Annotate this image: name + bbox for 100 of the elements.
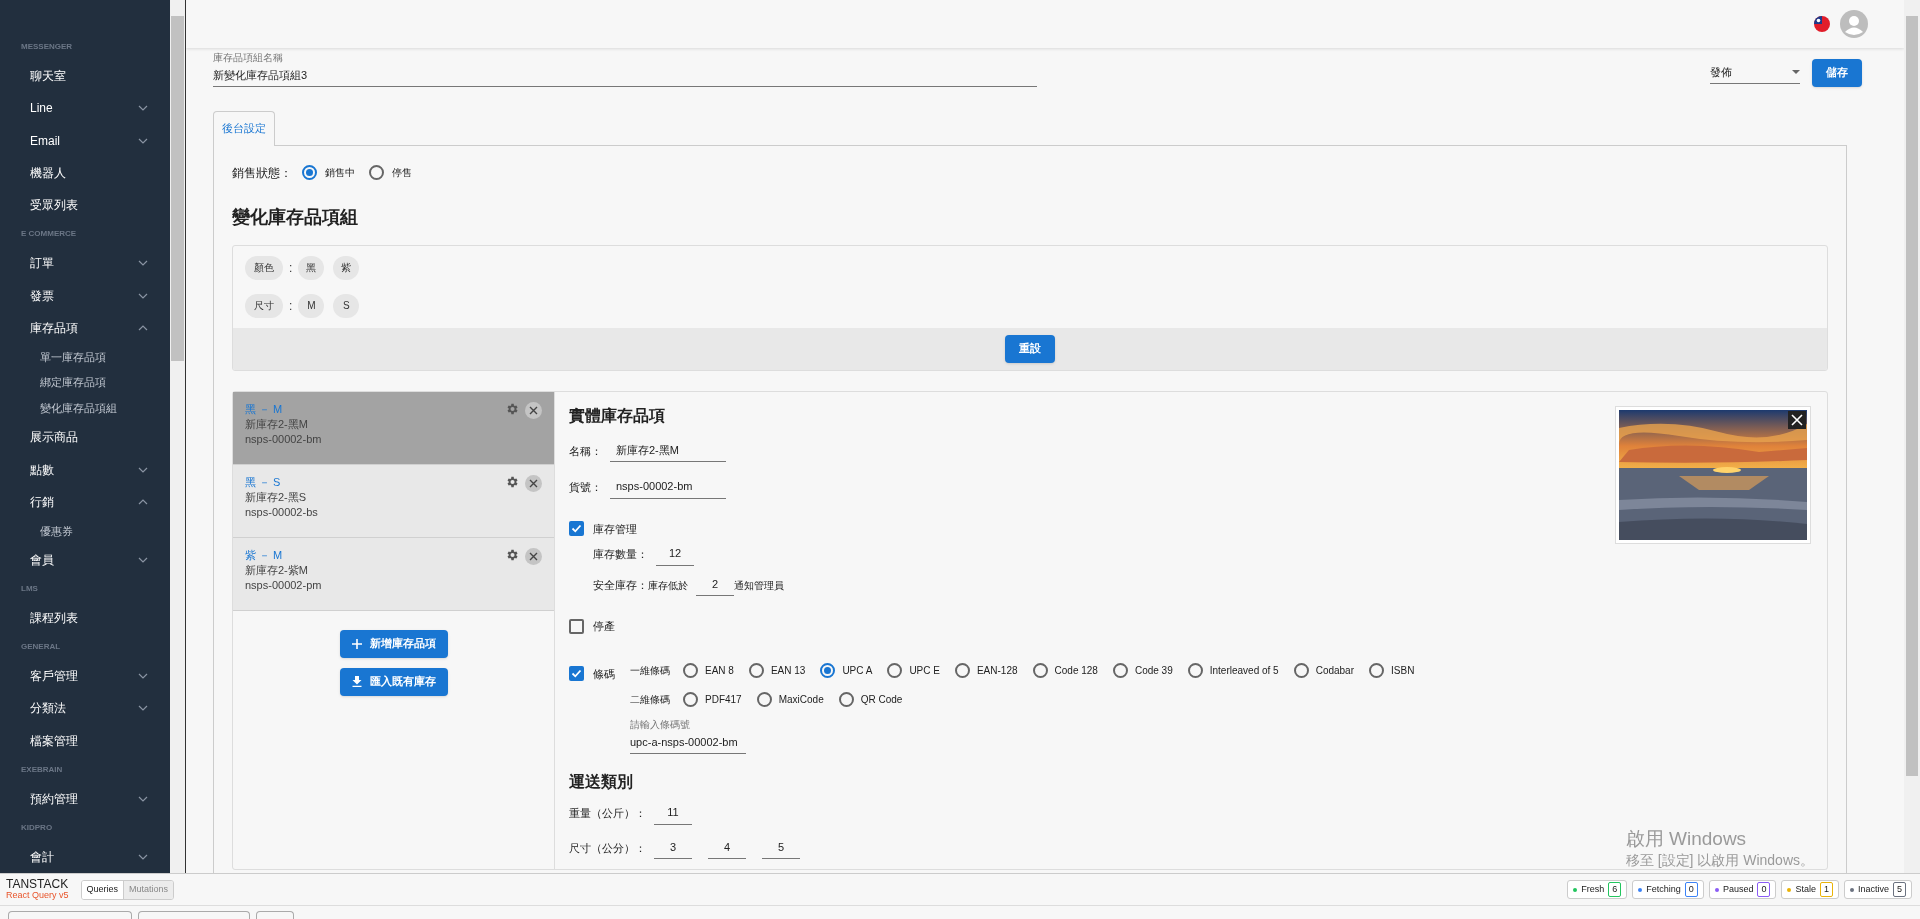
attribute-chip[interactable]: 尺寸 (245, 293, 283, 318)
tab[interactable]: 後台設定 (213, 110, 275, 146)
save-button[interactable]: 儲存 (1812, 58, 1862, 87)
count-text: 5 (1893, 881, 1906, 898)
sidebar-item[interactable]: 會員 (0, 543, 170, 577)
input-field[interactable]: 新庫存2-黑M (610, 441, 726, 462)
option-group-label: 二維條碼 (630, 692, 670, 707)
input-field[interactable]: 11 (654, 804, 692, 825)
sidebar-item[interactable]: 客戶管理 (0, 659, 170, 693)
option-label: Codabar (1315, 663, 1354, 678)
checkbox[interactable] (569, 618, 584, 634)
variant-item[interactable]: 紫 － M 新庫存2-紫M nsps-00002-pm (233, 537, 554, 611)
count-text: 1 (1819, 881, 1833, 898)
product-text: React Query v5 (6, 889, 69, 901)
radio-button[interactable] (887, 662, 903, 678)
section-heading: EXEBRAIN (21, 763, 63, 776)
input-field[interactable]: 4 (708, 838, 746, 859)
variant-title: 黑 － M (245, 401, 284, 417)
value-chip[interactable]: 紫 (333, 255, 360, 280)
radio-button[interactable] (1112, 662, 1128, 678)
sidebar-scrollbar[interactable] (170, 0, 186, 873)
radio-button[interactable] (683, 662, 698, 678)
value-chip[interactable]: S (333, 293, 360, 318)
field-label: 名稱： (569, 443, 602, 459)
notice-text: 啟用 Windows (1625, 827, 1748, 851)
option-label: Interleaved of 5 (1209, 663, 1279, 678)
radio-button[interactable] (748, 662, 764, 678)
sidebar-item[interactable]: 預約管理 (0, 782, 170, 816)
attribute-chip[interactable]: 顏色 (245, 255, 283, 280)
checkbox[interactable] (569, 665, 584, 681)
status-counter[interactable]: Fresh 6 (1567, 880, 1628, 899)
count-text: 6 (1608, 881, 1622, 898)
settings-icon[interactable] (505, 401, 519, 416)
checkbox[interactable] (569, 521, 584, 537)
sidebar-item[interactable]: 庫存品項 (0, 311, 170, 345)
sidebar-item[interactable]: 受眾列表 (0, 189, 170, 222)
input-field[interactable]: 12 (656, 545, 694, 566)
radio-button[interactable] (302, 165, 317, 180)
status-dropdown[interactable]: 發佈 (1710, 61, 1800, 84)
sidebar-item[interactable]: 行銷 (0, 485, 170, 519)
variant-name: 新庫存2-紫M (245, 562, 309, 578)
sidebar-item[interactable]: 分類法 (0, 692, 170, 725)
radio-button[interactable] (1032, 662, 1048, 678)
input-field[interactable]: 5 (762, 838, 800, 859)
sidebar-item[interactable]: Line (0, 92, 170, 125)
variant-title: 紫 － M (245, 547, 284, 563)
input-field[interactable]: nsps-00002-bm (610, 478, 726, 499)
sidebar-item[interactable]: 聊天室 (0, 59, 170, 93)
variant-item[interactable]: 黑 － S 新庫存2-黑S nsps-00002-bs (233, 464, 554, 538)
input-field[interactable]: 2 (696, 575, 734, 596)
sidebar-item[interactable]: 檔案管理 (0, 724, 170, 757)
settings-icon[interactable] (505, 474, 519, 489)
radio-button[interactable] (1187, 662, 1203, 678)
sidebar-item[interactable]: 展示商品 (0, 421, 170, 454)
sidebar-subitem[interactable]: 變化庫存品項組 (0, 395, 170, 422)
page-scrollbar[interactable] (1904, 0, 1920, 873)
variant-item[interactable]: 黑 － M 新庫存2-黑M nsps-00002-bm (233, 391, 554, 465)
barcode-field[interactable]: 請輸入條碼號 upc-a-nsps-00002-bm (630, 718, 746, 754)
close-icon[interactable] (525, 547, 542, 565)
sidebar-item[interactable]: 會計 (0, 840, 170, 873)
name-field[interactable]: 庫存品項組名稱 新變化庫存品項組3 (213, 52, 1037, 87)
add-item-button[interactable]: 新增庫存品項 (339, 629, 448, 658)
radio-button[interactable] (1369, 662, 1384, 678)
brand-text: TANSTACK (6, 878, 69, 890)
sidebar-item[interactable]: 發票 (0, 279, 170, 312)
notice-text: 移至 [設定] 以啟用 Windows。 (1625, 851, 1814, 869)
sidebar-item[interactable]: 課程列表 (0, 601, 170, 635)
radio-button[interactable] (1293, 662, 1309, 678)
section-title: 變化庫存品項組 (232, 205, 359, 229)
section-heading: MESSENGER (21, 40, 73, 53)
import-button[interactable]: 匯入既有庫存 (339, 667, 448, 696)
value-chip[interactable]: M (298, 293, 325, 318)
sidebar-item[interactable]: Email (0, 124, 170, 157)
status-counter[interactable]: Fetching 0 (1632, 880, 1704, 899)
radio-button[interactable] (369, 165, 384, 180)
radio-button[interactable] (838, 691, 854, 707)
reset-button[interactable]: 重設 (1005, 334, 1055, 363)
tab[interactable]: Queries (81, 880, 124, 899)
dropdown-caret-icon (1792, 70, 1800, 74)
status-counter[interactable]: Inactive 5 (1843, 880, 1912, 899)
settings-icon[interactable] (505, 547, 519, 562)
sidebar-subitem[interactable]: 綁定庫存品項 (0, 369, 170, 396)
field-label: 安全庫存： (593, 577, 648, 593)
sidebar-item[interactable]: 點數 (0, 453, 170, 486)
sidebar-item[interactable]: 機器人 (0, 156, 170, 190)
status-counter[interactable]: Paused 0 (1708, 880, 1777, 899)
radio-button[interactable] (954, 662, 970, 678)
status-counter[interactable]: Stale 1 (1781, 880, 1839, 899)
sidebar-subitem[interactable]: 單一庫存品項 (0, 344, 170, 370)
radio-button[interactable] (756, 691, 772, 707)
sidebar-subitem[interactable]: 優惠券 (0, 518, 170, 544)
field-label: 尺寸（公分）： (569, 840, 646, 856)
option-label: EAN 8 (705, 663, 734, 678)
close-icon[interactable] (525, 474, 542, 492)
input-field[interactable]: 3 (654, 838, 692, 859)
radio-button[interactable] (820, 662, 836, 678)
value-chip[interactable]: 黑 (298, 255, 325, 280)
sidebar-item[interactable]: 訂單 (0, 247, 170, 280)
radio-button[interactable] (683, 691, 698, 707)
option-label: PDF417 (705, 692, 742, 707)
